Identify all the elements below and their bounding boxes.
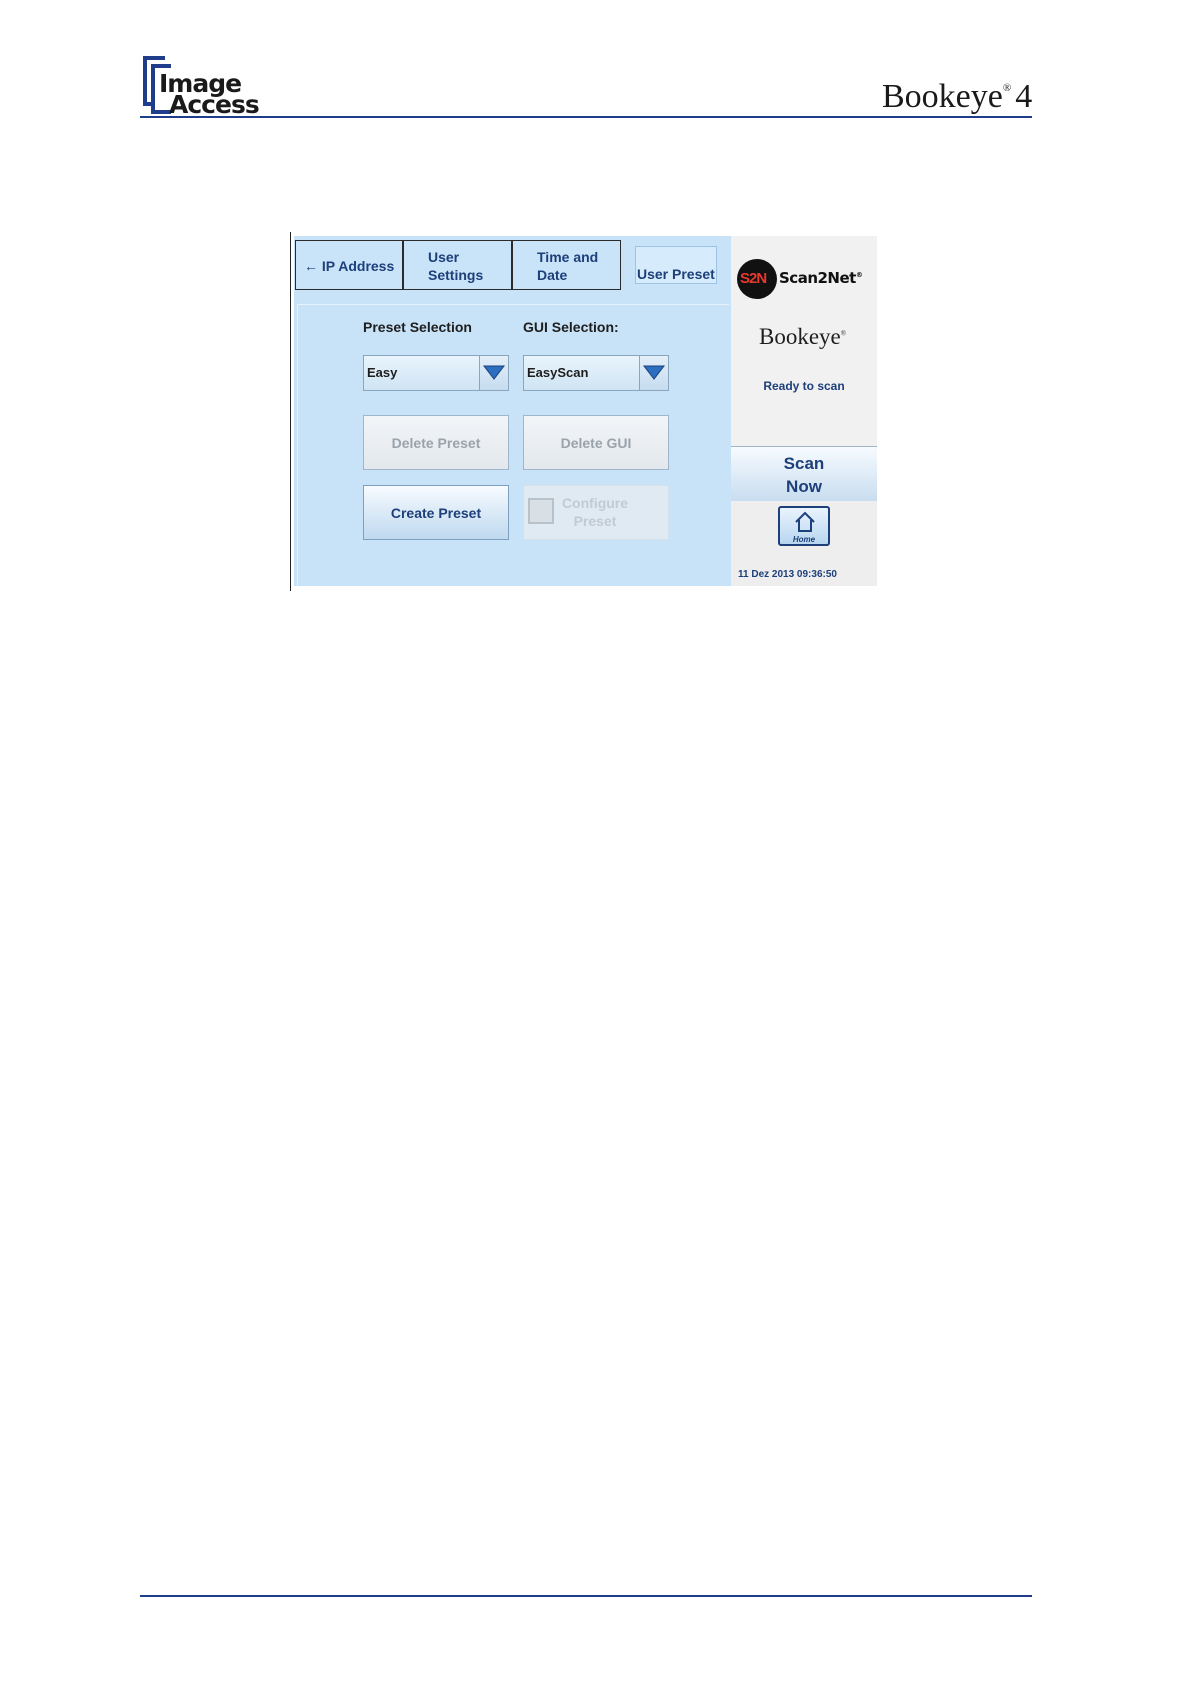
scan2net-word: Scan2Net <box>779 269 856 287</box>
screenshot-left-border <box>290 232 291 591</box>
tab-time-and-date[interactable]: Time and Date <box>512 240 621 290</box>
create-preset-button[interactable]: Create Preset <box>363 485 509 540</box>
scan2net-logo-text: Scan2Net® <box>779 269 863 287</box>
gui-selection-value: EasyScan <box>527 365 589 380</box>
bookeye-brand-name: Bookeye <box>759 324 841 349</box>
bookeye-logo-mark: ® <box>1002 82 1012 94</box>
chevron-down-icon[interactable] <box>479 356 508 390</box>
sidebar-info-area: S2N Scan2Net® Bookeye® Ready to scan <box>731 236 877 446</box>
preset-selection-dropdown[interactable]: Easy <box>363 355 509 391</box>
datetime-display: 11 Dez 2013 09:36:50 <box>738 569 837 580</box>
bookeye-brand-mark: ® <box>840 329 847 338</box>
tab-ip-address-label: ← IP Address <box>304 258 395 274</box>
tab-user-settings-label: User Settings <box>428 249 484 283</box>
tab-user-settings[interactable]: User Settings <box>403 240 512 290</box>
scanner-gui-screenshot: ← IP Address User Settings Time and Date… <box>294 236 877 586</box>
user-preset-panel: Preset Selection GUI Selection: Easy Eas… <box>297 304 729 586</box>
gui-selection-label: GUI Selection: <box>523 319 619 335</box>
home-icon <box>795 511 815 532</box>
tab-user-preset-label: User Preset <box>637 266 715 282</box>
tab-ip-address[interactable]: ← IP Address <box>295 240 403 290</box>
header-rule <box>140 116 1032 118</box>
scan2net-badge-icon: S2N <box>737 259 777 299</box>
tab-user-preset[interactable]: User Preset <box>635 246 717 284</box>
footer-rule <box>140 1595 1032 1597</box>
configure-preset-button[interactable]: Configure Preset <box>523 485 669 540</box>
bookeye-4-logo: Bookeye® 4 <box>882 78 1032 116</box>
delete-gui-button[interactable]: Delete GUI <box>523 415 669 470</box>
scan-now-label: Scan Now <box>783 454 825 496</box>
home-button[interactable]: Home <box>778 506 830 546</box>
logo-text-access: Access <box>169 90 260 119</box>
s2n-badge-text: S2N <box>740 270 767 287</box>
status-sidebar: S2N Scan2Net® Bookeye® Ready to scan Sca… <box>731 236 877 586</box>
status-text: Ready to scan <box>763 379 845 393</box>
preset-selection-label: Preset Selection <box>363 319 472 335</box>
home-label: Home <box>792 535 816 544</box>
configure-preset-label: Configure Preset <box>561 495 629 529</box>
configure-preset-checkbox[interactable] <box>528 498 554 524</box>
bookeye-brand: Bookeye® <box>759 324 846 350</box>
chevron-down-icon[interactable] <box>639 356 668 390</box>
image-access-logo: Image Access <box>143 56 260 117</box>
bookeye-logo-name: Bookeye <box>882 78 1003 115</box>
scan-now-button[interactable]: Scan Now <box>731 446 877 501</box>
preset-selection-value: Easy <box>367 365 398 380</box>
delete-preset-button[interactable]: Delete Preset <box>363 415 509 470</box>
gui-selection-dropdown[interactable]: EasyScan <box>523 355 669 391</box>
tab-time-and-date-label: Time and Date <box>537 249 599 283</box>
bookeye-logo-number: 4 <box>1015 78 1033 115</box>
scan2net-mark: ® <box>855 271 863 279</box>
